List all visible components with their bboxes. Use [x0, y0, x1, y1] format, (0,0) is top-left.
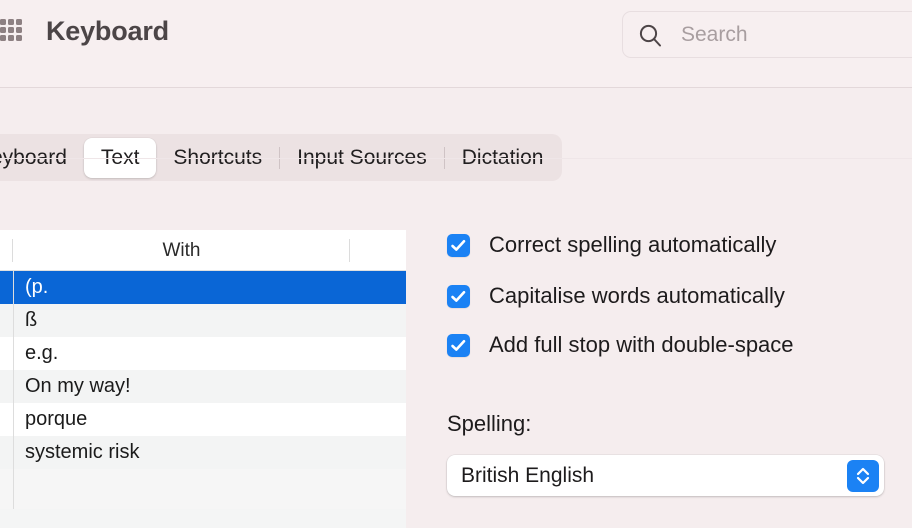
- table-header-row: Replace With: [0, 230, 406, 271]
- row-column-divider: [13, 436, 14, 469]
- checkbox-row-capitalise-words[interactable]: Capitalise words automatically: [447, 283, 785, 309]
- text-replacements-table[interactable]: Replace With (p. ß e.g.: [0, 230, 406, 528]
- spelling-selected-value: British English: [461, 463, 594, 489]
- table-body: (p. ß e.g. On my way! porque: [0, 271, 406, 509]
- cell-replace[interactable]: [0, 271, 13, 304]
- row-column-divider: [13, 337, 14, 370]
- checkbox-capitalise-words-label: Capitalise words automatically: [489, 283, 785, 309]
- column-header-with-label: With: [163, 240, 201, 261]
- table-row[interactable]: On my way!: [0, 370, 406, 403]
- table-row[interactable]: (p.: [0, 271, 406, 304]
- table-empty-area: [0, 469, 406, 509]
- cell-replace[interactable]: [0, 436, 13, 469]
- cell-with[interactable]: On my way!: [13, 375, 350, 398]
- cell-replace[interactable]: [0, 370, 13, 403]
- chevron-up-down-icon[interactable]: [847, 460, 879, 492]
- checkbox-capitalise-words[interactable]: [447, 285, 470, 308]
- tabbar-underline: [0, 158, 912, 159]
- page-title: Keyboard: [46, 16, 169, 47]
- cell-with[interactable]: ß: [13, 309, 350, 332]
- checkbox-row-correct-spelling[interactable]: Correct spelling automatically: [447, 232, 776, 258]
- cell-replace[interactable]: [0, 337, 13, 370]
- keyboard-settings-window: Keyboard Search Keyboard Text Shortcuts …: [0, 0, 912, 528]
- table-row[interactable]: porque: [0, 403, 406, 436]
- cell-replace[interactable]: [0, 304, 13, 337]
- row-column-divider: [13, 469, 14, 509]
- checkbox-correct-spelling-label: Correct spelling automatically: [489, 232, 776, 258]
- grid-apps-icon[interactable]: [0, 19, 22, 41]
- cell-with[interactable]: (p.: [13, 276, 350, 299]
- column-header-with[interactable]: With: [13, 230, 350, 271]
- checkbox-add-full-stop-label: Add full stop with double-space: [489, 332, 794, 358]
- row-column-divider: [13, 403, 14, 436]
- table-row[interactable]: e.g.: [0, 337, 406, 370]
- cell-with[interactable]: porque: [13, 408, 350, 431]
- search-input[interactable]: Search: [681, 23, 748, 47]
- cell-replace[interactable]: [0, 403, 13, 436]
- search-field[interactable]: Search: [622, 11, 912, 58]
- spelling-label: Spelling:: [447, 411, 531, 437]
- table-row[interactable]: ß: [0, 304, 406, 337]
- cell-with[interactable]: systemic risk: [13, 441, 350, 464]
- checkbox-add-full-stop[interactable]: [447, 334, 470, 357]
- column-divider[interactable]: [349, 239, 350, 262]
- titlebar-divider: [0, 87, 912, 88]
- cell-with[interactable]: e.g.: [13, 342, 350, 365]
- checkbox-correct-spelling[interactable]: [447, 234, 470, 257]
- row-column-divider: [13, 304, 14, 337]
- row-column-divider: [13, 271, 14, 304]
- column-header-replace[interactable]: Replace: [0, 230, 13, 271]
- checkbox-row-add-full-stop[interactable]: Add full stop with double-space: [447, 332, 794, 358]
- title-bar: Keyboard Search: [0, 0, 912, 88]
- table-row[interactable]: systemic risk: [0, 436, 406, 469]
- row-column-divider: [13, 370, 14, 403]
- search-icon: [639, 24, 662, 47]
- spelling-popup-button[interactable]: British English: [447, 455, 884, 496]
